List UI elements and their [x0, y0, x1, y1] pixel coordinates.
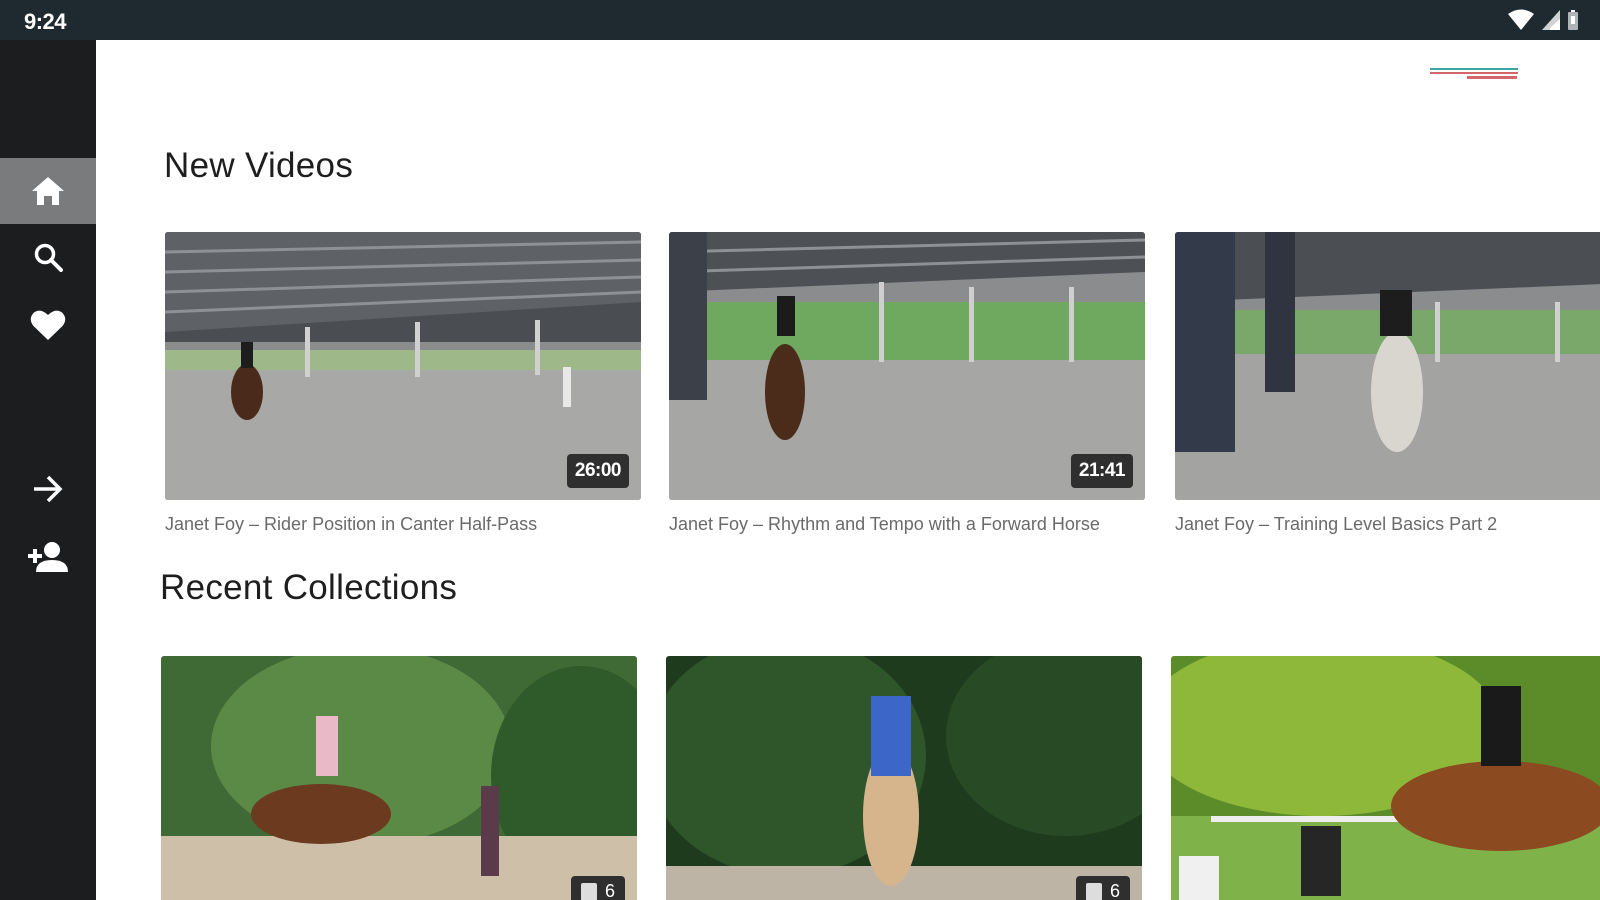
collection-card[interactable]: 6 — [161, 656, 637, 900]
signal-icon — [1542, 10, 1560, 30]
video-card[interactable]: 21:41 Janet Foy – Rhythm and Tempo with … — [669, 232, 1145, 539]
duration-badge: 21:41 — [1070, 454, 1133, 488]
status-icons — [1508, 9, 1578, 31]
collection-count-badge: 6 — [1075, 876, 1130, 900]
collection-thumbnail[interactable]: 6 — [666, 656, 1142, 900]
battery-icon — [1568, 10, 1578, 30]
home-icon — [32, 177, 64, 205]
collection-count-badge: 6 — [570, 876, 625, 900]
sidebar-item-home[interactable] — [0, 158, 96, 224]
sidebar — [0, 40, 96, 900]
main-content: New Videos 26:00 Janet Foy – Rider Posit… — [96, 40, 1600, 900]
video-card[interactable]: 26:00 Janet Foy – Rider Position in Cant… — [165, 232, 641, 539]
collection-card[interactable] — [1171, 656, 1600, 900]
duration-badge: 26:00 — [566, 454, 629, 488]
recent-collections-title: Recent Collections — [160, 568, 458, 607]
wifi-icon — [1508, 9, 1534, 30]
sidebar-item-sign-up[interactable] — [0, 524, 96, 590]
video-thumbnail[interactable]: 17 — [1175, 232, 1600, 500]
video-thumbnail[interactable]: 26:00 — [165, 232, 641, 500]
sidebar-item-search[interactable] — [0, 224, 96, 290]
search-icon — [34, 243, 63, 272]
video-card[interactable]: 17 Janet Foy – Training Level Basics Par… — [1175, 232, 1600, 539]
heart-icon — [30, 310, 66, 340]
video-title[interactable]: Janet Foy – Rhythm and Tempo with a Forw… — [669, 509, 1129, 539]
stack-icon — [580, 883, 597, 900]
add-user-icon — [28, 542, 68, 572]
stack-icon — [1085, 883, 1102, 900]
status-bar: 9:24 — [0, 0, 1600, 40]
collection-card[interactable]: 6 — [666, 656, 1142, 900]
video-thumbnail[interactable]: 21:41 — [669, 232, 1145, 500]
collection-thumbnail[interactable] — [1171, 656, 1600, 900]
sidebar-item-favorites[interactable] — [0, 292, 96, 358]
video-title[interactable]: Janet Foy – Training Level Basics Part 2 — [1175, 509, 1600, 539]
arrow-right-icon — [34, 475, 63, 503]
video-title[interactable]: Janet Foy – Rider Position in Canter Hal… — [165, 509, 625, 539]
brand-logo — [1428, 68, 1520, 84]
collection-thumbnail[interactable]: 6 — [161, 656, 637, 900]
new-videos-title: New Videos — [164, 146, 354, 185]
status-time: 9:24 — [24, 9, 67, 34]
sidebar-item-sign-in[interactable] — [0, 456, 96, 522]
